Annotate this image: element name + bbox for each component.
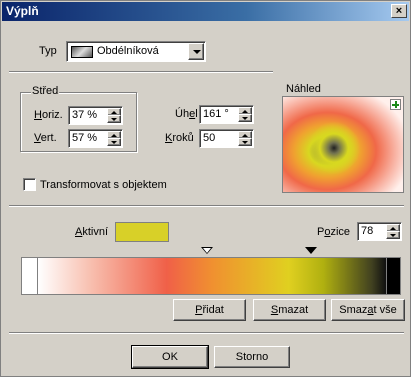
delete-all-stops-button[interactable]: Smazat vše bbox=[331, 299, 405, 321]
ok-button[interactable]: OK bbox=[131, 345, 209, 369]
divider bbox=[9, 332, 404, 334]
gradient-end-color[interactable] bbox=[386, 258, 400, 294]
type-select-value: Obdélníková bbox=[97, 45, 159, 57]
gradient-bar[interactable] bbox=[21, 257, 401, 295]
arrow-down-icon bbox=[242, 141, 248, 144]
arrow-up-icon bbox=[111, 111, 117, 114]
arrow-up-icon bbox=[390, 227, 396, 230]
steps-label: Kroků bbox=[165, 132, 194, 144]
horiz-spinner[interactable]: 37 % bbox=[68, 106, 123, 125]
divider bbox=[9, 205, 404, 207]
gradient-stop-marker[interactable] bbox=[201, 247, 213, 254]
arrow-down-icon bbox=[242, 117, 248, 120]
delete-stop-button[interactable]: Smazat bbox=[253, 299, 326, 321]
arrow-up-icon bbox=[242, 110, 248, 113]
angle-value: 161 ° bbox=[203, 108, 229, 120]
steps-spinner[interactable]: 50 bbox=[199, 129, 254, 148]
steps-down-button[interactable] bbox=[238, 138, 252, 146]
cancel-button[interactable]: Storno bbox=[214, 346, 290, 368]
divider bbox=[9, 71, 273, 73]
active-color-swatch[interactable] bbox=[115, 222, 169, 242]
transform-label: Transformovat s objektem bbox=[40, 179, 167, 191]
type-label: Typ bbox=[39, 45, 57, 57]
angle-down-button[interactable] bbox=[238, 114, 252, 122]
gradient-fill[interactable] bbox=[38, 258, 386, 294]
vert-label: Vert. bbox=[34, 132, 57, 144]
center-legend: Střed bbox=[31, 85, 60, 97]
rectangle-gradient-icon bbox=[71, 46, 93, 58]
fill-dialog: Výplň × Typ Obdélníková Střed Horiz. 37 … bbox=[0, 0, 411, 377]
close-icon[interactable]: × bbox=[391, 4, 407, 18]
vert-spinner[interactable]: 57 % bbox=[68, 129, 123, 148]
preview-panel bbox=[282, 96, 404, 193]
horiz-value: 37 % bbox=[72, 109, 98, 121]
vert-down-button[interactable] bbox=[107, 138, 121, 146]
position-value: 78 bbox=[361, 225, 374, 237]
angle-label: Úhel bbox=[175, 108, 198, 120]
horiz-label: Horiz. bbox=[34, 109, 63, 121]
gradient-start-color[interactable] bbox=[22, 258, 38, 294]
steps-value: 50 bbox=[203, 132, 216, 144]
chevron-down-icon bbox=[193, 50, 201, 54]
transform-checkbox[interactable] bbox=[23, 178, 36, 191]
preview-label: Náhled bbox=[286, 83, 321, 95]
title-bar: Výplň × bbox=[2, 2, 409, 21]
angle-spinner[interactable]: 161 ° bbox=[199, 105, 254, 124]
position-label: Pozice bbox=[317, 226, 351, 238]
arrow-up-icon bbox=[242, 134, 248, 137]
arrow-down-icon bbox=[390, 234, 396, 237]
active-label: Aktivní bbox=[75, 226, 109, 238]
type-dropdown-button[interactable] bbox=[188, 43, 204, 60]
vert-value: 57 % bbox=[72, 132, 98, 144]
plus-icon[interactable] bbox=[390, 99, 401, 110]
arrow-up-icon bbox=[111, 134, 117, 137]
window-title: Výplň bbox=[6, 4, 39, 18]
horiz-down-button[interactable] bbox=[107, 115, 121, 123]
position-down-button[interactable] bbox=[386, 231, 400, 239]
add-stop-button[interactable]: Přidat bbox=[173, 299, 246, 321]
arrow-down-icon bbox=[111, 118, 117, 121]
type-select[interactable]: Obdélníková bbox=[66, 41, 206, 62]
position-spinner[interactable]: 78 bbox=[357, 222, 402, 241]
arrow-down-icon bbox=[111, 141, 117, 144]
gradient-stop-marker-active[interactable] bbox=[305, 247, 317, 254]
